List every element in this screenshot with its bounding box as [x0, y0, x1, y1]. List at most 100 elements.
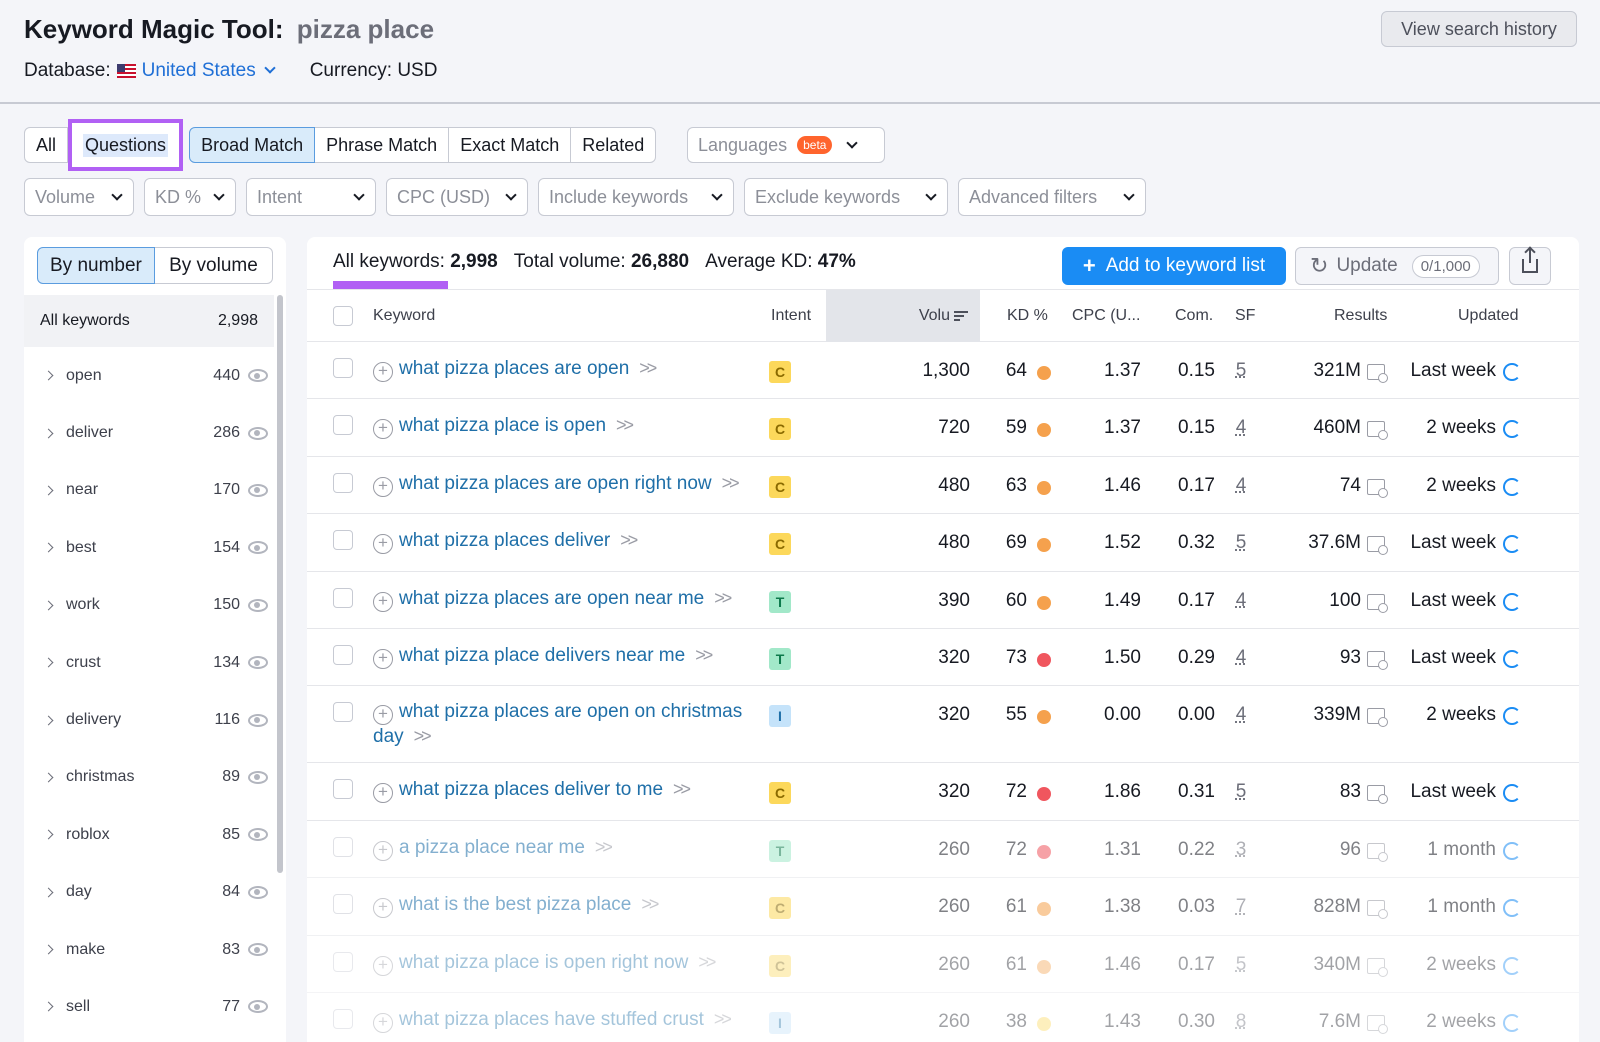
refresh-icon[interactable] — [1503, 535, 1521, 554]
serp-features-cell[interactable]: 5 — [1233, 532, 1249, 554]
add-keyword-icon[interactable]: + — [373, 362, 393, 382]
by-volume-button[interactable]: By volume — [154, 247, 273, 284]
add-keyword-icon[interactable]: + — [373, 591, 393, 612]
serp-preview-icon[interactable] — [1367, 593, 1388, 613]
double-chevron-icon[interactable]: >> — [616, 415, 634, 435]
serp-features-cell[interactable]: 4 — [1233, 647, 1249, 669]
row-checkbox[interactable] — [333, 644, 353, 665]
eye-icon[interactable] — [248, 1000, 268, 1014]
row-checkbox[interactable] — [333, 702, 353, 723]
tab-phrase-match[interactable]: Phrase Match — [315, 127, 450, 163]
row-checkbox[interactable] — [333, 530, 353, 551]
serp-preview-icon[interactable] — [1367, 785, 1388, 805]
refresh-icon[interactable] — [1503, 420, 1521, 439]
serp-preview-icon[interactable] — [1367, 650, 1388, 670]
double-chevron-icon[interactable]: >> — [639, 358, 657, 378]
keyword-group-item[interactable]: best 154 — [24, 519, 274, 576]
serp-features-cell[interactable]: 4 — [1233, 704, 1249, 726]
double-chevron-icon[interactable]: >> — [714, 1009, 732, 1029]
com-column-header[interactable]: Com. — [1175, 290, 1213, 342]
double-chevron-icon[interactable]: >> — [620, 530, 638, 550]
keyword-link[interactable]: what pizza places deliver to me — [399, 779, 663, 800]
results-column-header[interactable]: Results — [1334, 290, 1387, 342]
row-checkbox[interactable] — [333, 836, 353, 857]
keyword-group-item[interactable]: deliver 286 — [24, 404, 274, 461]
keyword-group-item[interactable]: roblox 85 — [24, 806, 274, 863]
serp-features-cell[interactable]: 4 — [1233, 417, 1249, 439]
eye-icon[interactable] — [248, 713, 268, 727]
add-keyword-icon[interactable]: + — [373, 1012, 393, 1033]
row-checkbox[interactable] — [333, 415, 353, 436]
add-keyword-icon[interactable]: + — [373, 783, 393, 804]
keyword-group-item[interactable]: sell 77 — [24, 978, 274, 1035]
add-to-keyword-list-button[interactable]: + Add to keyword list — [1062, 247, 1286, 285]
add-keyword-icon[interactable]: + — [373, 840, 393, 861]
row-checkbox[interactable] — [333, 472, 353, 493]
double-chevron-icon[interactable]: >> — [414, 726, 432, 746]
keyword-link[interactable]: what pizza place is open right now — [399, 952, 688, 973]
eye-icon[interactable] — [248, 656, 268, 670]
keyword-group-item[interactable]: day 84 — [24, 864, 274, 921]
cpc-column-header[interactable]: CPC (U... — [1072, 290, 1140, 342]
serp-features-cell[interactable]: 7 — [1233, 896, 1249, 918]
row-checkbox[interactable] — [333, 779, 353, 800]
include-keywords-filter[interactable]: Include keywords — [538, 178, 734, 216]
eye-icon[interactable] — [248, 828, 268, 842]
tab-broad-match[interactable]: Broad Match — [189, 127, 316, 163]
refresh-icon[interactable] — [1503, 1013, 1521, 1032]
double-chevron-icon[interactable]: >> — [698, 952, 716, 972]
database-selector[interactable]: United States — [142, 60, 282, 82]
refresh-icon[interactable] — [1503, 649, 1521, 668]
double-chevron-icon[interactable]: >> — [722, 473, 740, 493]
double-chevron-icon[interactable]: >> — [641, 894, 659, 914]
export-button[interactable] — [1509, 247, 1551, 285]
tab-exact-match[interactable]: Exact Match — [449, 127, 572, 163]
refresh-icon[interactable] — [1503, 956, 1521, 975]
refresh-icon[interactable] — [1503, 477, 1521, 496]
keyword-link[interactable]: what pizza place delivers near me — [399, 645, 685, 666]
updated-column-header[interactable]: Updated — [1458, 290, 1519, 342]
add-keyword-icon[interactable]: + — [373, 419, 393, 440]
serp-features-cell[interactable]: 8 — [1233, 1011, 1249, 1033]
intent-filter[interactable]: Intent — [246, 178, 376, 216]
keyword-link[interactable]: what pizza place is open — [399, 415, 606, 436]
select-all-checkbox[interactable] — [333, 306, 353, 326]
by-number-button[interactable]: By number — [37, 247, 155, 284]
refresh-icon[interactable] — [1503, 363, 1521, 381]
languages-dropdown[interactable]: Languages beta — [687, 127, 885, 163]
eye-icon[interactable] — [248, 426, 268, 440]
serp-preview-icon[interactable] — [1367, 536, 1388, 556]
add-keyword-icon[interactable]: + — [373, 648, 393, 669]
serp-preview-icon[interactable] — [1367, 708, 1388, 728]
serp-features-cell[interactable]: 5 — [1233, 781, 1249, 803]
eye-icon[interactable] — [248, 598, 268, 612]
keyword-group-item[interactable]: delivery 116 — [24, 691, 274, 748]
keyword-column-header[interactable]: Keyword — [373, 290, 435, 342]
double-chevron-icon[interactable]: >> — [673, 779, 691, 799]
add-keyword-icon[interactable]: + — [373, 898, 393, 919]
advanced-filters[interactable]: Advanced filters — [958, 178, 1146, 216]
add-keyword-icon[interactable]: + — [373, 534, 393, 555]
all-keywords-group[interactable]: All keywords 2,998 — [24, 295, 274, 347]
refresh-icon[interactable] — [1503, 899, 1521, 918]
keyword-group-item[interactable]: open 440 — [24, 347, 274, 404]
volume-column-header[interactable]: Volu — [826, 290, 980, 342]
cpc-filter[interactable]: CPC (USD) — [386, 178, 528, 216]
keyword-group-item[interactable]: crust 134 — [24, 634, 274, 691]
serp-preview-icon[interactable] — [1367, 478, 1388, 498]
serp-features-cell[interactable]: 5 — [1233, 954, 1249, 976]
tab-all[interactable]: All — [24, 127, 69, 163]
eye-icon[interactable] — [248, 943, 268, 957]
serp-preview-icon[interactable] — [1367, 900, 1388, 920]
eye-icon[interactable] — [248, 770, 268, 784]
keyword-group-item[interactable]: make 83 — [24, 921, 274, 978]
serp-preview-icon[interactable] — [1367, 421, 1388, 441]
keyword-link[interactable]: a pizza place near me — [399, 837, 585, 858]
serp-features-cell[interactable]: 5 — [1233, 360, 1249, 382]
kd-filter[interactable]: KD % — [144, 178, 236, 216]
sidebar-scrollbar[interactable] — [277, 295, 283, 873]
keyword-link[interactable]: what pizza places are open near me — [399, 588, 704, 609]
add-keyword-icon[interactable]: + — [373, 955, 393, 976]
refresh-icon[interactable] — [1503, 841, 1521, 860]
sf-column-header[interactable]: SF — [1235, 290, 1255, 342]
